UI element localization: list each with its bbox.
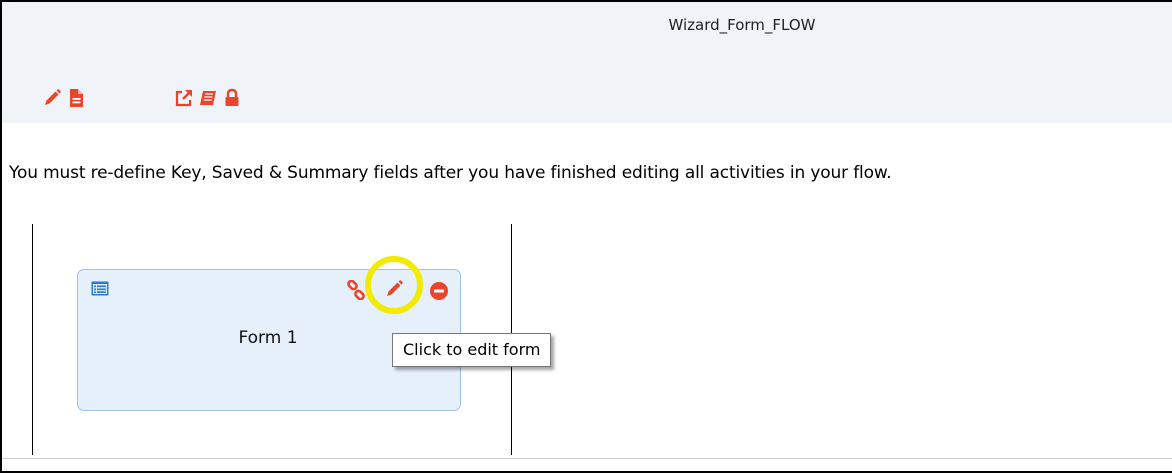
edit-form-pencil-icon[interactable] [384, 279, 404, 299]
lock-icon[interactable] [222, 88, 242, 108]
edit-flow-pencil-icon[interactable] [42, 88, 62, 108]
redefine-fields-notice: You must re-define Key, Saved & Summary … [9, 163, 892, 183]
link-icon[interactable] [346, 280, 366, 300]
book-icon[interactable] [198, 88, 218, 108]
flow-title: Wizard_Form_FLOW [668, 16, 816, 34]
document-icon[interactable] [66, 88, 86, 108]
external-link-icon[interactable] [174, 88, 194, 108]
remove-icon[interactable] [429, 281, 449, 301]
form-node-name: Form 1 [238, 328, 298, 348]
bottom-divider [2, 458, 1172, 459]
form-icon [91, 281, 109, 296]
edit-form-tooltip: Click to edit form [392, 333, 552, 367]
